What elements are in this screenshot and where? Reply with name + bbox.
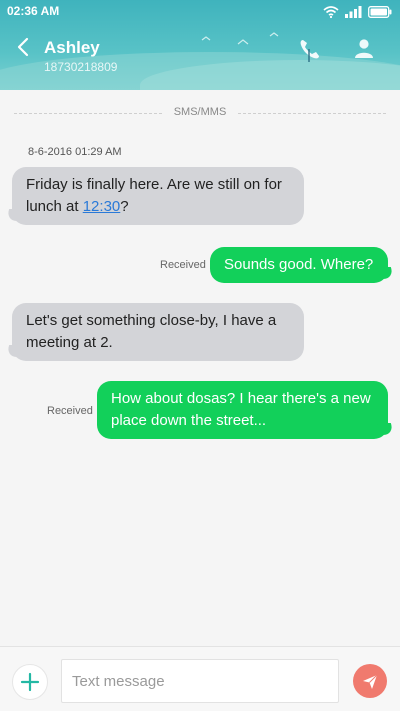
text-message-input[interactable]	[61, 659, 339, 703]
conversation-header: 02:36 AM Ashley 18730218809	[0, 0, 400, 90]
time-link[interactable]: 12:30	[83, 198, 121, 215]
send-icon	[363, 674, 378, 689]
message-composer	[0, 646, 400, 711]
message-text: ?	[120, 198, 129, 215]
incoming-message-bubble[interactable]: Friday is finally here. Are we still on …	[12, 167, 304, 225]
status-icons	[323, 4, 392, 20]
phone-icon[interactable]	[296, 37, 322, 63]
back-chevron-icon[interactable]	[14, 36, 34, 58]
message-text: Friday is finally here. Are we still on …	[26, 176, 282, 215]
message-timestamp: 8-6-2016 01:29 AM	[28, 146, 122, 158]
add-attachment-button[interactable]	[12, 664, 48, 700]
battery-icon	[368, 6, 392, 18]
delivery-status: Received	[47, 405, 93, 417]
wifi-icon	[323, 6, 339, 18]
outgoing-message-bubble[interactable]: How about dosas? I hear there's a new pl…	[97, 381, 388, 439]
status-bar: 02:36 AM	[0, 0, 400, 24]
contact-number: 18730218809	[44, 60, 118, 74]
status-time: 02:36 AM	[7, 4, 60, 18]
incoming-message-bubble[interactable]: Let's get something close-by, I have a m…	[12, 303, 304, 361]
outgoing-message-bubble[interactable]: Sounds good. Where?	[210, 247, 388, 283]
bird-decoration-icon	[201, 32, 279, 45]
send-button[interactable]	[353, 664, 387, 698]
plus-icon	[20, 672, 40, 692]
signal-icon	[345, 6, 362, 18]
channel-label: SMS/MMS	[173, 106, 227, 118]
divider-line	[238, 113, 386, 114]
delivery-status: Received	[160, 259, 206, 271]
person-icon[interactable]	[352, 36, 376, 60]
contact-name: Ashley	[44, 38, 100, 57]
